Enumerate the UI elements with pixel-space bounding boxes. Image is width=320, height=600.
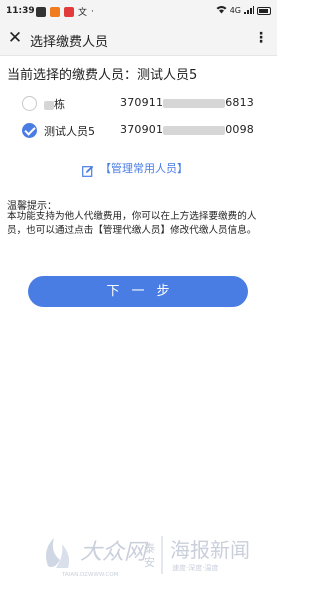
- orange-app-icon: [50, 6, 60, 17]
- edit-icon: [82, 162, 94, 177]
- network-label: 4G: [229, 6, 241, 15]
- msg-app-icon: [36, 6, 46, 17]
- payer-id-number: 370901 0098: [120, 123, 254, 136]
- payer-id-number: 370911 6813: [120, 96, 254, 109]
- more-icon[interactable]: ⋮: [254, 30, 269, 46]
- dot-icon: ·: [91, 6, 94, 17]
- redacted-block: [163, 98, 226, 108]
- page-title: 选择缴费人员: [30, 35, 109, 50]
- current-payer-label: 当前选择的缴费人员：测试人员5: [7, 68, 198, 83]
- svg-text:安: 安: [144, 555, 155, 569]
- watermark-logo-sub: 泰: [144, 541, 155, 555]
- close-icon[interactable]: ✕: [6, 29, 24, 47]
- signal-icon: [244, 5, 254, 16]
- redacted-block: [44, 100, 54, 110]
- watermark-slogan: 海报新闻: [170, 538, 250, 562]
- status-bar: 11:39 文 · 4G: [0, 0, 277, 22]
- battery-icon: [257, 6, 271, 15]
- payer-row-2[interactable]: 测试人员5 370901 0098: [0, 117, 277, 145]
- redacted-block: [163, 125, 226, 135]
- manage-payers-label[interactable]: 【管理常用人员】: [100, 160, 188, 176]
- payer-radio-checked[interactable]: [22, 123, 37, 138]
- manage-payers-link[interactable]: 【管理常用人员】: [82, 160, 188, 177]
- status-indicators: 4G: [216, 5, 271, 16]
- payer-row-1[interactable]: 栋 370911 6813: [0, 90, 277, 118]
- wifi-icon: [216, 5, 227, 16]
- status-time: 11:39: [6, 6, 35, 16]
- payer-name: 测试人员5: [44, 125, 95, 138]
- status-app-icons: 文 ·: [36, 5, 94, 18]
- payer-name: 栋: [44, 96, 65, 112]
- watermark-logo-text: 大众网: [80, 540, 149, 565]
- watermark-site: TAIAN.DZWWW.COM: [61, 572, 119, 578]
- watermark-logo: 大众网 泰 安 TAIAN.DZWWW.COM 海报新闻 速度·深度·温度: [40, 526, 275, 584]
- payer-radio[interactable]: [22, 96, 37, 111]
- red-app-icon: [64, 6, 74, 17]
- tips-body: 本功能支持为他人代缴费用，你可以在上方选择要缴费的人员，也可以通过点击【管理代缴…: [7, 211, 257, 236]
- next-step-button[interactable]: 下一步: [28, 276, 248, 307]
- watermark-slogan-sub: 速度·深度·温度: [172, 563, 218, 572]
- nav-bar: ✕ 选择缴费人员 ⋮: [0, 22, 277, 56]
- translate-icon: 文: [78, 8, 88, 18]
